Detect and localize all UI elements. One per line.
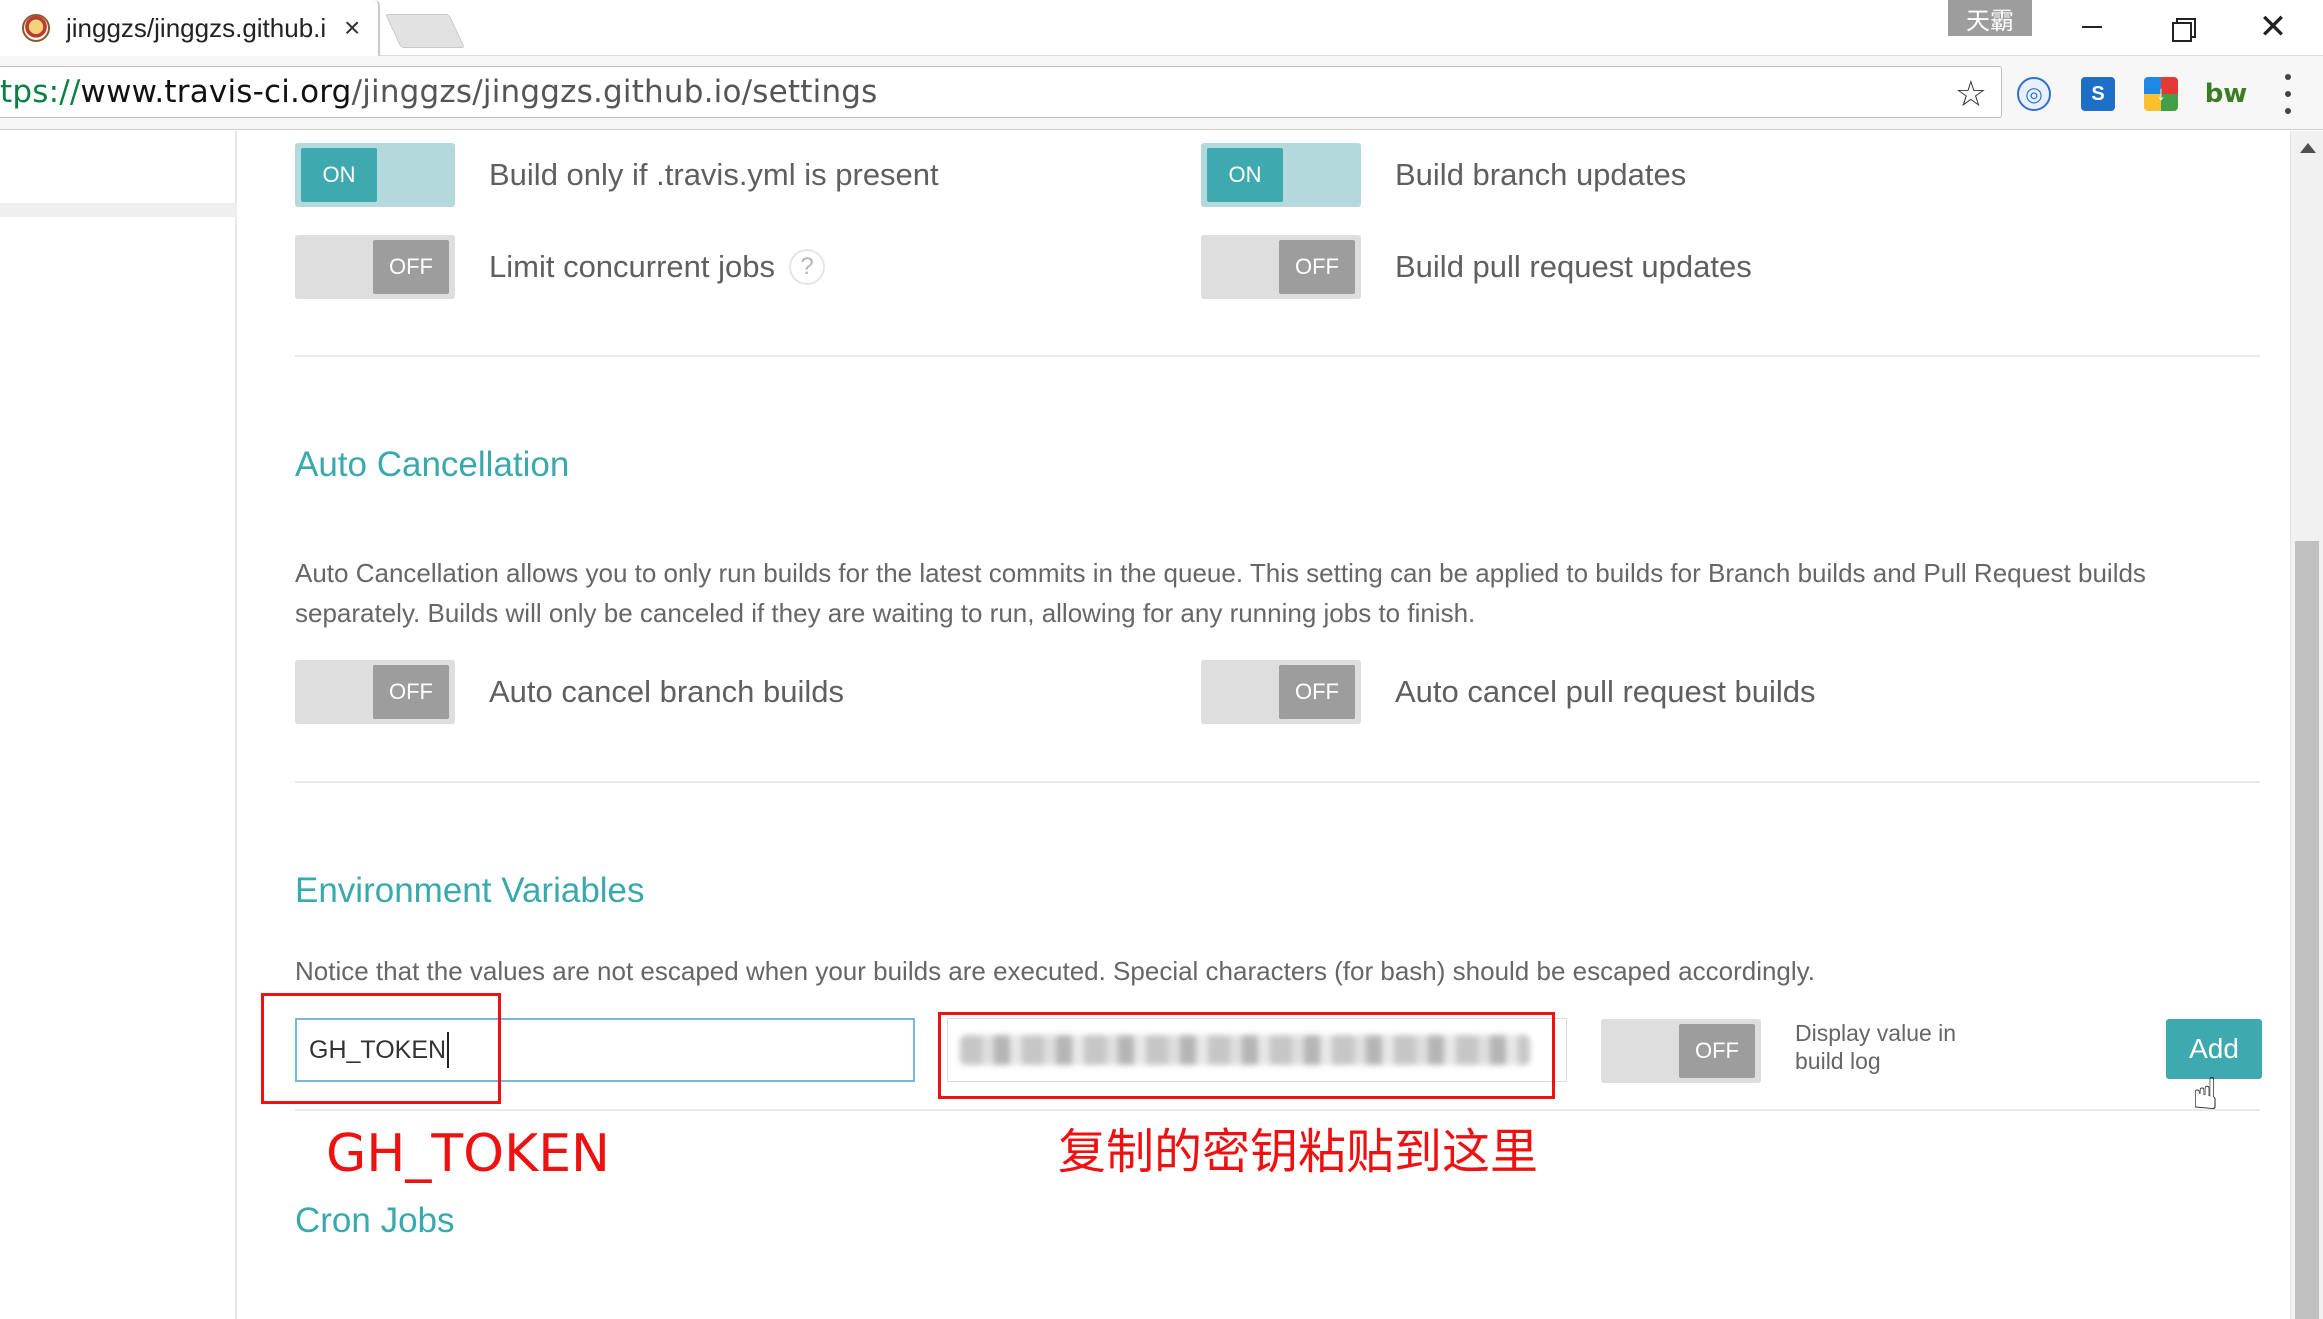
sidebar-item[interactable] bbox=[0, 203, 237, 217]
url-scheme: tps:// bbox=[0, 74, 81, 110]
setting-label: Auto cancel pull request builds bbox=[1395, 674, 1816, 709]
auto-cancel-pull-request-builds-toggle[interactable]: OFF bbox=[1201, 660, 1361, 724]
scroll-thumb[interactable] bbox=[2295, 541, 2319, 1319]
s-extension-icon[interactable]: S bbox=[2081, 77, 2115, 111]
setting-auto-cancel-branch-builds: OFF Auto cancel branch builds bbox=[295, 660, 844, 724]
bookmark-star-icon[interactable]: ☆ bbox=[1955, 73, 1987, 115]
setting-label: Auto cancel branch builds bbox=[489, 674, 845, 709]
new-tab-button[interactable] bbox=[385, 14, 465, 48]
browser-tab[interactable]: jinggzs/jinggzs.github.i × bbox=[0, 0, 380, 56]
toggle-knob: ON bbox=[1207, 148, 1283, 202]
build-branch-updates-toggle[interactable]: ON bbox=[1201, 143, 1361, 207]
auto-cancel-branch-builds-toggle[interactable]: OFF bbox=[295, 660, 455, 724]
bw-extension-icon[interactable]: bw bbox=[2205, 77, 2248, 111]
ime-badge: 天霸 bbox=[1948, 0, 2032, 36]
environment-variables-title: Environment Variables bbox=[295, 871, 645, 910]
section-divider bbox=[295, 781, 2260, 783]
url-path: /jinggzs/jinggzs.github.io/settings bbox=[351, 74, 878, 110]
toggle-knob: OFF bbox=[1279, 240, 1355, 294]
travis-favicon-icon bbox=[22, 14, 50, 42]
url-input[interactable]: tps://www.travis-ci.org/jinggzs/jinggzs.… bbox=[0, 66, 2002, 118]
setting-label: Build only if .travis.yml is present bbox=[489, 157, 939, 192]
download-extension-icon[interactable]: ↓ bbox=[2144, 77, 2178, 111]
restore-button[interactable] bbox=[2137, 0, 2227, 54]
sidebar bbox=[0, 131, 237, 1319]
auto-cancellation-description: Auto Cancellation allows you to only run… bbox=[295, 558, 2146, 628]
toggle-knob: ON bbox=[301, 148, 377, 202]
build-only-if-travis-yml-toggle[interactable]: ON bbox=[295, 143, 455, 207]
display-value-setting: OFF bbox=[1601, 1019, 1761, 1083]
toggle-knob: OFF bbox=[373, 665, 449, 719]
tab-close-icon[interactable]: × bbox=[344, 12, 360, 44]
toggle-knob: OFF bbox=[373, 240, 449, 294]
setting-label: Limit concurrent jobs bbox=[489, 249, 776, 284]
minimize-button[interactable] bbox=[2047, 0, 2137, 54]
browser-menu-icon[interactable] bbox=[2283, 74, 2293, 114]
window-close-button[interactable]: ✕ bbox=[2228, 0, 2318, 54]
browser-tab-strip: jinggzs/jinggzs.github.i × 天霸 ✕ bbox=[0, 0, 2323, 56]
url-domain: www.travis-ci.org bbox=[80, 74, 352, 110]
setting-label: Build branch updates bbox=[1395, 157, 1687, 192]
display-value-label: Display value in build log bbox=[1795, 1020, 1957, 1074]
section-divider bbox=[295, 355, 2260, 357]
globe-extension-icon[interactable]: ◎ bbox=[2017, 77, 2051, 111]
setting-auto-cancel-pull-request-builds: OFF Auto cancel pull request builds bbox=[1201, 660, 1815, 724]
annotation-name-hint: GH_TOKEN bbox=[326, 1124, 610, 1184]
annotation-value-hint: 复制的密钥粘贴到这里 bbox=[1058, 1124, 1539, 1180]
cron-jobs-title: Cron Jobs bbox=[295, 1201, 455, 1240]
environment-variables-notice: Notice that the values are not escaped w… bbox=[295, 956, 1815, 986]
tab-title: jinggzs/jinggzs.github.i bbox=[66, 12, 327, 43]
setting-label: Build pull request updates bbox=[1395, 249, 1752, 284]
build-pull-request-updates-toggle[interactable]: OFF bbox=[1201, 235, 1361, 299]
url-text: tps://www.travis-ci.org/jinggzs/jinggzs.… bbox=[0, 74, 878, 110]
toggle-knob: OFF bbox=[1679, 1024, 1755, 1078]
setting-build-only-if-travis-yml: ON Build only if .travis.yml is present bbox=[295, 143, 939, 207]
help-question-icon[interactable]: ? bbox=[789, 249, 826, 285]
address-bar: tps://www.travis-ci.org/jinggzs/jinggzs.… bbox=[0, 56, 2323, 130]
hand-pointer-cursor-icon: ☝ bbox=[2192, 1070, 2219, 1119]
annotation-box-name bbox=[261, 993, 501, 1104]
page-scrollbar[interactable] bbox=[2290, 131, 2323, 1319]
scroll-up-arrow-icon[interactable] bbox=[2300, 143, 2316, 153]
limit-concurrent-jobs-toggle[interactable]: OFF bbox=[295, 235, 455, 299]
annotation-box-value bbox=[938, 1012, 1555, 1099]
section-divider bbox=[295, 1109, 2260, 1111]
auto-cancellation-title: Auto Cancellation bbox=[295, 445, 570, 484]
display-value-in-build-log-toggle[interactable]: OFF bbox=[1601, 1019, 1761, 1083]
toggle-knob: OFF bbox=[1279, 665, 1355, 719]
setting-build-pull-request-updates: OFF Build pull request updates bbox=[1201, 235, 1752, 299]
setting-limit-concurrent-jobs: OFF Limit concurrent jobs ? bbox=[295, 235, 826, 299]
setting-build-branch-updates: ON Build branch updates bbox=[1201, 143, 1686, 207]
